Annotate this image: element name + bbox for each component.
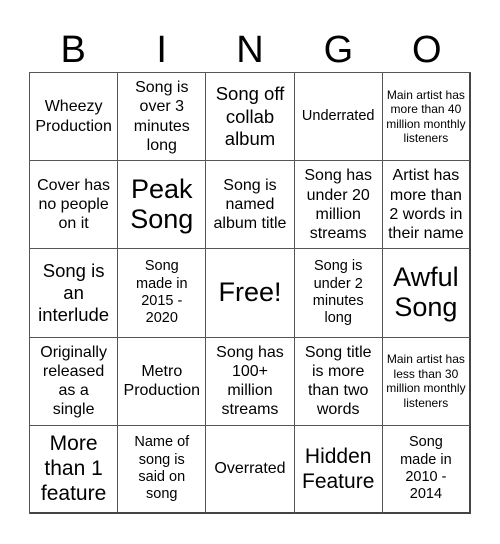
cell-text: Main artist has less than 30 million mon…	[386, 352, 466, 410]
bingo-cell[interactable]: Main artist has less than 30 million mon…	[382, 337, 471, 426]
bingo-cell[interactable]: Song is named album title	[206, 161, 295, 250]
bingo-cell free-space[interactable]: Free!	[206, 249, 295, 338]
cell-text: Overrated	[214, 460, 286, 478]
cell-text: Metro Production	[123, 363, 201, 400]
free-space-text: Free!	[218, 277, 282, 308]
cell-text: Song has 100+ million streams	[216, 343, 284, 419]
cell-text: Song made in 2010 - 2014	[400, 434, 452, 503]
bingo-cell[interactable]: Song has under 20 million streams	[294, 161, 383, 250]
cell-text: Originally released as a single	[40, 343, 107, 419]
bingo-cell[interactable]: Peak Song	[118, 161, 207, 250]
cell-text: Song title is more than two words	[304, 343, 372, 419]
bingo-cell[interactable]: Name of song is said on song	[118, 425, 207, 514]
cell-text: Song is over 3 minutes long	[133, 79, 190, 154]
cell-text: Song is under 2 minutes long	[312, 258, 364, 327]
bingo-cell[interactable]: Hidden Feature	[294, 425, 383, 514]
bingo-cell[interactable]: Wheezy Production	[30, 73, 119, 162]
header-letter-i: I	[156, 29, 167, 71]
bingo-cell[interactable]: Metro Production	[118, 337, 207, 426]
cell-text: Song is an interlude	[38, 259, 110, 326]
bingo-cell[interactable]: More than 1 feature	[30, 425, 119, 514]
cell-text: More than 1 feature	[40, 432, 107, 506]
bingo-cell[interactable]: Song made in 2010 - 2014	[382, 425, 471, 514]
bingo-cell[interactable]: Artist has more than 2 words in their na…	[382, 161, 471, 250]
header-letter-g: G	[323, 29, 354, 71]
bingo-cell[interactable]: Song title is more than two words	[294, 337, 383, 426]
cell-text: Wheezy Production	[35, 98, 112, 135]
bingo-cell[interactable]: Song is an interlude	[30, 249, 119, 338]
cell-text: Peak Song	[130, 174, 194, 234]
bingo-cell[interactable]: Underrated	[294, 73, 383, 162]
header-letter-n: N	[236, 29, 264, 71]
cell-text: Song off collab album	[215, 83, 285, 149]
bingo-cell[interactable]: Song is over 3 minutes long	[118, 73, 207, 162]
bingo-header: B I N G O	[29, 28, 471, 72]
bingo-cell[interactable]: Song has 100+ million streams	[206, 337, 295, 426]
bingo-cell[interactable]: Overrated	[206, 425, 295, 514]
cell-text: Awful Song	[393, 262, 459, 322]
cell-text: Name of song is said on song	[134, 434, 190, 503]
bingo-cell[interactable]: Cover has no people on it	[30, 161, 119, 250]
bingo-cell[interactable]: Song off collab album	[206, 73, 295, 162]
bingo-cell[interactable]: Main artist has more than 40 million mon…	[382, 73, 471, 162]
cell-text: Song has under 20 million streams	[304, 167, 372, 242]
bingo-cell[interactable]: Originally released as a single	[30, 337, 119, 426]
cell-text: Hidden Feature	[302, 444, 375, 493]
cell-text: Main artist has more than 40 million mon…	[386, 87, 466, 145]
bingo-cell[interactable]: Song is under 2 minutes long	[294, 249, 383, 338]
header-letter-o: O	[412, 29, 442, 71]
bingo-cell[interactable]: Awful Song	[382, 249, 471, 338]
cell-text: Underrated	[301, 107, 375, 124]
header-letter-b: B	[60, 29, 86, 71]
cell-text: Song is named album title	[213, 177, 287, 233]
cell-text: Cover has no people on it	[37, 177, 111, 233]
bingo-grid: Wheezy Production Song is over 3 minutes…	[29, 72, 471, 514]
bingo-cell[interactable]: Song made in 2015 - 2020	[118, 249, 207, 338]
cell-text: Song made in 2015 - 2020	[135, 258, 188, 327]
cell-text: Artist has more than 2 words in their na…	[388, 167, 464, 242]
